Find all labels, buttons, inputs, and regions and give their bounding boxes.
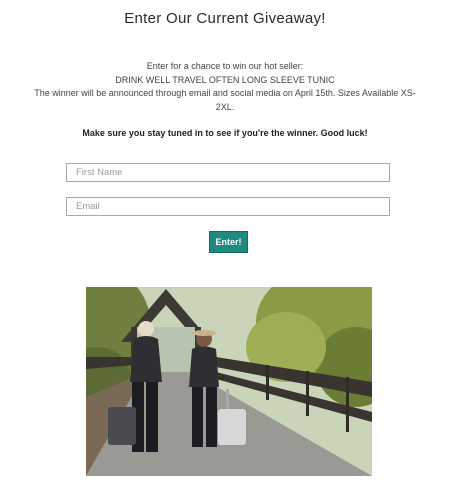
page-title: Enter Our Current Giveaway!: [124, 10, 326, 27]
enter-button[interactable]: Enter!: [209, 231, 248, 253]
product-photo: [86, 287, 372, 476]
good-luck-notice: Make sure you stay tuned in to see if yo…: [82, 128, 368, 138]
announcement-text: The winner will be announced through ema…: [34, 88, 416, 112]
first-name-input[interactable]: [66, 163, 390, 182]
giveaway-description: Enter for a chance to win our hot seller…: [30, 60, 420, 114]
intro-line: Enter for a chance to win our hot seller…: [146, 61, 304, 71]
product-name: DRINK WELL TRAVEL OFTEN LONG SLEEVE TUNI…: [115, 74, 335, 85]
email-input[interactable]: [66, 197, 390, 216]
